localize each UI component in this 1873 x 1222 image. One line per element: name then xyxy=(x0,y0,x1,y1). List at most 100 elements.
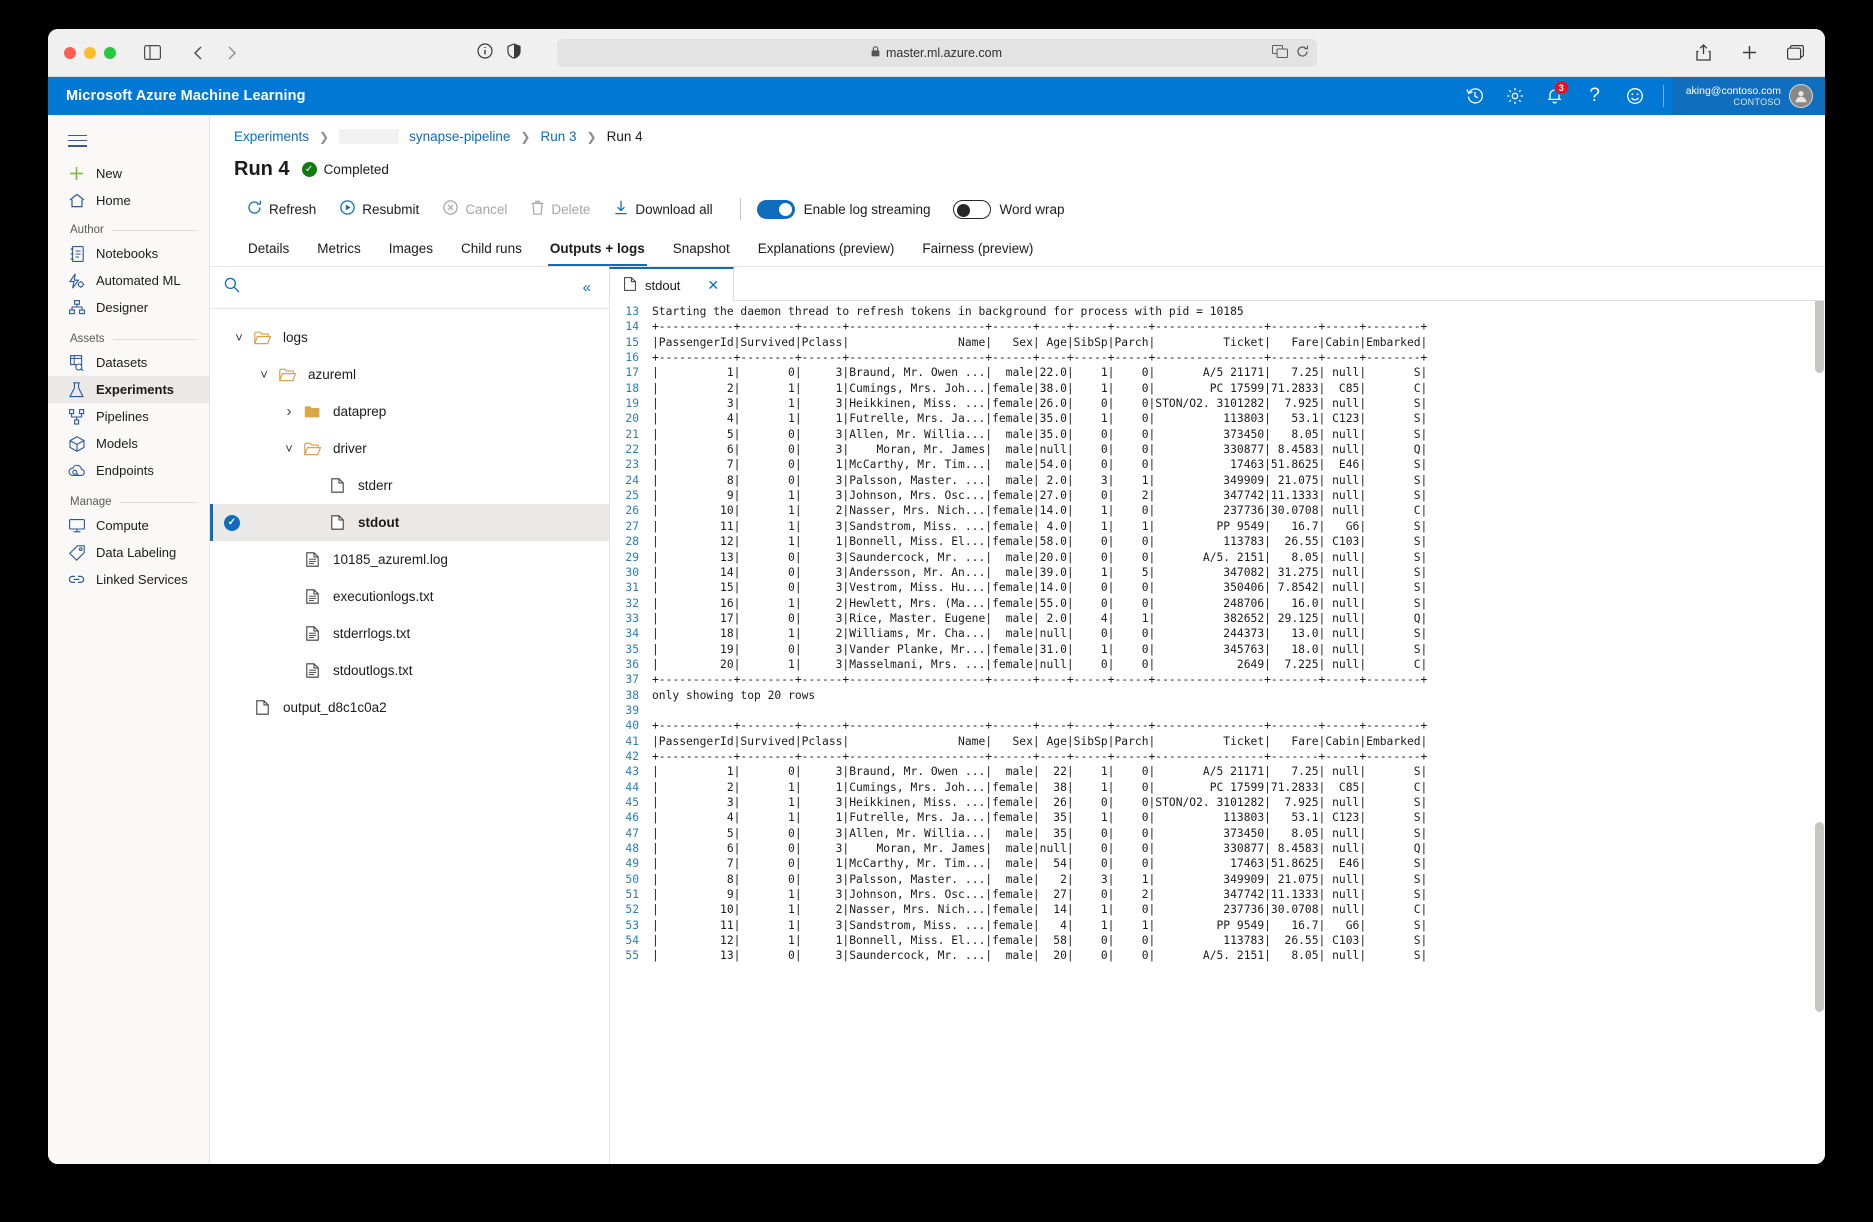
file-tree-row-label: azureml xyxy=(308,367,356,382)
flask-icon xyxy=(68,381,85,398)
file-tree-row-label: driver xyxy=(333,441,367,456)
breadcrumb-redacted-block xyxy=(339,129,399,144)
chevron-down-icon[interactable]: ˅ xyxy=(257,368,271,381)
word-wrap-toggle[interactable] xyxy=(953,200,991,219)
sidebar-item-home[interactable]: Home xyxy=(48,187,209,214)
breadcrumb-experiments[interactable]: Experiments xyxy=(234,129,309,144)
sidebar-item-experiments[interactable]: Experiments xyxy=(48,376,209,403)
window-traffic-lights xyxy=(64,47,116,59)
file-tree-row-label: executionlogs.txt xyxy=(333,589,434,604)
log-line: 19| 3| 1| 3|Heikkinen, Miss. ...|female|… xyxy=(610,396,1825,411)
breadcrumb-run-3[interactable]: Run 3 xyxy=(540,129,576,144)
file-tree-row-output-d8c1c0a2[interactable]: ›output_d8c1c0a2 xyxy=(210,689,609,726)
reader-view-icon[interactable] xyxy=(477,43,493,62)
minimize-window-button[interactable] xyxy=(84,47,96,59)
feedback-icon[interactable] xyxy=(1615,77,1655,115)
vertical-scrollbar[interactable] xyxy=(1814,267,1825,1164)
chevron-down-icon[interactable]: ˅ xyxy=(232,331,246,344)
datasets-icon xyxy=(68,354,85,371)
download-all-button[interactable]: Download all xyxy=(603,195,723,223)
file-tree-row-driver[interactable]: ˅ driver xyxy=(210,430,609,467)
file-tree-row-label: stdoutlogs.txt xyxy=(333,663,413,678)
privacy-shield-icon[interactable] xyxy=(507,43,521,62)
browser-chrome-bar: master.ml.azure.com xyxy=(48,29,1825,77)
reload-icon[interactable] xyxy=(1296,45,1309,61)
file-tree-row-stderr[interactable]: ›stderr xyxy=(210,467,609,504)
tab-child-runs[interactable]: Child runs xyxy=(447,233,536,266)
maximize-window-button[interactable] xyxy=(104,47,116,59)
file-tree-row-stdout[interactable]: ✓›stdout xyxy=(210,504,609,541)
log-tab-stdout[interactable]: stdout ✕ xyxy=(609,267,734,301)
sidebar-item-pipelines[interactable]: Pipelines xyxy=(48,403,209,430)
forward-arrow-icon[interactable] xyxy=(218,39,246,67)
show-tabs-icon[interactable] xyxy=(1781,39,1809,67)
sidebar-item-automated-ml[interactable]: Automated ML xyxy=(48,267,209,294)
tab-outputs-logs[interactable]: Outputs + logs xyxy=(536,233,659,266)
file-tree-row-stderrlogs-txt[interactable]: ›stderrlogs.txt xyxy=(210,615,609,652)
file-tree-row-executionlogs-txt[interactable]: ›executionlogs.txt xyxy=(210,578,609,615)
refresh-icon xyxy=(247,200,262,218)
hamburger-icon[interactable] xyxy=(48,123,209,160)
user-account-chip[interactable]: aking@contoso.com CONTOSO xyxy=(1672,77,1825,115)
sidebar-item-data-labeling[interactable]: Data Labeling xyxy=(48,539,209,566)
help-icon[interactable]: ? xyxy=(1575,77,1615,115)
tab-snapshot[interactable]: Snapshot xyxy=(659,233,744,266)
tab-explanations[interactable]: Explanations (preview) xyxy=(744,233,909,266)
translate-icon[interactable] xyxy=(1272,45,1288,61)
back-arrow-icon[interactable] xyxy=(184,39,212,67)
sidebar-item-designer[interactable]: Designer xyxy=(48,294,209,321)
address-bar[interactable]: master.ml.azure.com xyxy=(557,39,1317,67)
file-tree-row-10185-azureml-log[interactable]: ›10185_azureml.log xyxy=(210,541,609,578)
log-line-number: 41 xyxy=(610,734,652,749)
sidebar-item-endpoints[interactable]: Endpoints xyxy=(48,457,209,484)
sidebar-item-models[interactable]: Models xyxy=(48,430,209,457)
sidebar-item-compute[interactable]: Compute xyxy=(48,512,209,539)
file-tree-row-stdoutlogs-txt[interactable]: ›stdoutlogs.txt xyxy=(210,652,609,689)
log-line: 27| 11| 1| 3|Sandstrom, Miss. ...|female… xyxy=(610,519,1825,534)
close-icon[interactable]: ✕ xyxy=(707,277,719,294)
history-icon[interactable] xyxy=(1455,77,1495,115)
azure-top-header: Microsoft Azure Machine Learning 3 ? xyxy=(48,77,1825,115)
refresh-label: Refresh xyxy=(269,202,316,217)
nav-group-assets: Assets xyxy=(48,321,209,349)
close-window-button[interactable] xyxy=(64,47,76,59)
tab-details[interactable]: Details xyxy=(234,233,303,266)
log-line-text: | 11| 1| 3|Sandstrom, Miss. ...|female| … xyxy=(652,918,1427,933)
chevron-right-icon[interactable]: › xyxy=(282,404,296,419)
tab-fairness[interactable]: Fairness (preview) xyxy=(908,233,1047,266)
vertical-scrollbar-thumb-lower[interactable] xyxy=(1815,822,1824,1012)
resubmit-button[interactable]: Resubmit xyxy=(329,195,430,223)
log-line-text: | 7| 0| 1|McCarthy, Mr. Tim...| male|54.… xyxy=(652,457,1427,472)
refresh-button[interactable]: Refresh xyxy=(236,195,327,223)
tab-metrics[interactable]: Metrics xyxy=(303,233,375,266)
log-content[interactable]: 13Starting the daemon thread to refresh … xyxy=(610,301,1825,1164)
enable-log-streaming-toggle[interactable] xyxy=(757,200,795,219)
sidebar-item-linked-services[interactable]: Linked Services xyxy=(48,566,209,593)
sidebar-toggle-icon[interactable] xyxy=(138,39,166,67)
search-input[interactable] xyxy=(248,280,571,295)
share-icon[interactable] xyxy=(1689,39,1717,67)
bell-icon[interactable]: 3 xyxy=(1535,77,1575,115)
log-line: 55| 13| 0| 3|Saundercock, Mr. ...| male|… xyxy=(610,948,1825,963)
file-tree-row-label: stderr xyxy=(358,478,393,493)
tab-images[interactable]: Images xyxy=(375,233,447,266)
sidebar-item-notebooks[interactable]: Notebooks xyxy=(48,240,209,267)
file-lines-icon xyxy=(304,589,321,604)
log-line-number: 44 xyxy=(610,780,652,795)
gear-icon[interactable] xyxy=(1495,77,1535,115)
breadcrumb-pipeline[interactable]: synapse-pipeline xyxy=(409,129,510,144)
file-tree-row-dataprep[interactable]: ›dataprep xyxy=(210,393,609,430)
sidebar-item-new[interactable]: New xyxy=(48,160,209,187)
chevron-down-icon[interactable]: ˅ xyxy=(282,442,296,455)
double-chevron-left-icon[interactable]: « xyxy=(579,277,595,298)
file-tree-row-logs[interactable]: ˅logs xyxy=(210,319,609,356)
log-tab-strip: stdout ✕ xyxy=(610,267,1825,301)
log-line-number: 39 xyxy=(610,703,652,718)
linked-services-icon xyxy=(68,571,85,588)
file-icon xyxy=(624,277,636,294)
new-tab-icon[interactable] xyxy=(1735,39,1763,67)
file-tree-row-azureml[interactable]: ˅ azureml xyxy=(210,356,609,393)
log-line-text: | 12| 1| 1|Bonnell, Miss. El...|female|5… xyxy=(652,534,1427,549)
log-line: 26| 10| 1| 2|Nasser, Mrs. Nich...|female… xyxy=(610,503,1825,518)
sidebar-item-datasets[interactable]: Datasets xyxy=(48,349,209,376)
